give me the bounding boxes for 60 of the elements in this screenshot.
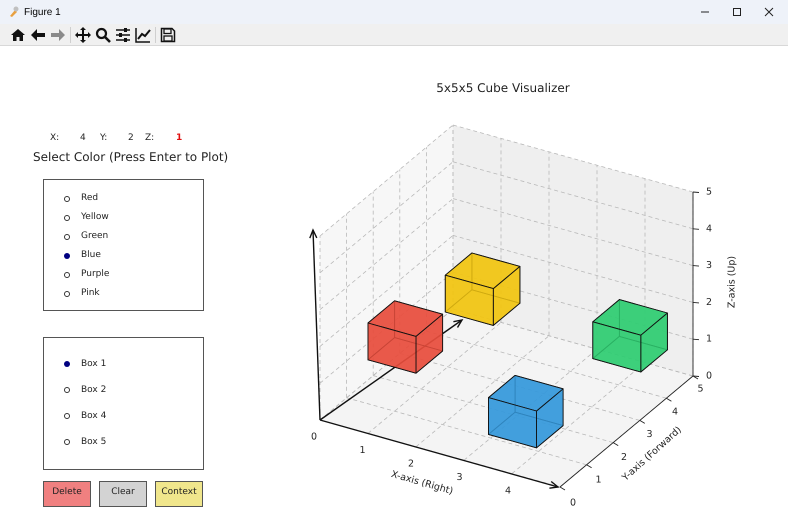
save-icon[interactable] <box>160 26 176 42</box>
option-label[interactable]: Blue <box>81 249 101 263</box>
coordinate-label: Z: <box>145 132 154 145</box>
y-tick-label: 4 <box>672 406 678 418</box>
sliders-icon[interactable] <box>115 26 131 42</box>
z-axis-label: Z-axis (Up) <box>726 256 738 308</box>
action-button[interactable]: Clear <box>99 481 147 507</box>
coordinate-value: 4 <box>80 132 86 145</box>
chart-title: 5x5x5 Cube Visualizer <box>436 81 570 95</box>
coordinate-label: Y: <box>100 132 108 145</box>
option-label[interactable]: Box 5 <box>81 436 106 450</box>
x-tick-label: 3 <box>456 472 463 483</box>
z-tick-label: 1 <box>706 334 712 345</box>
y-tick-label: 0 <box>570 498 576 507</box>
option-label[interactable]: Red <box>81 192 98 206</box>
action-button[interactable]: Context <box>155 481 203 507</box>
move-icon[interactable] <box>75 26 91 42</box>
window-title: Figure 1 <box>24 6 61 20</box>
search-icon[interactable] <box>95 26 111 42</box>
home-icon[interactable] <box>10 26 26 42</box>
radio-button[interactable] <box>64 413 70 420</box>
action-button[interactable]: Delete <box>43 481 91 507</box>
radio-button[interactable] <box>64 439 70 446</box>
coordinate-value: 1 <box>176 132 182 145</box>
x-tick-label: 0 <box>310 432 318 442</box>
radio-button[interactable] <box>64 234 70 240</box>
radio-button[interactable] <box>64 196 70 202</box>
back-arrow-icon[interactable] <box>30 26 46 42</box>
option-label[interactable]: Pink <box>81 287 100 301</box>
z-tick-label: 4 <box>706 223 712 234</box>
y-tick-label: 1 <box>595 474 602 486</box>
y-tick-label: 2 <box>620 452 628 463</box>
x-tick-label: 1 <box>359 445 366 456</box>
option-label[interactable]: Box 2 <box>81 384 106 398</box>
option-label[interactable]: Box 1 <box>81 358 106 372</box>
option-label[interactable]: Yellow <box>81 211 109 225</box>
color-selector-title: Select Color (Press Enter to Plot) <box>33 148 228 166</box>
x-tick-label: 2 <box>408 458 414 470</box>
radio-button[interactable] <box>64 214 70 221</box>
close-icon[interactable] <box>764 7 774 17</box>
x-tick-label: 4 <box>504 486 512 496</box>
radio-button[interactable] <box>64 252 70 259</box>
maximize-icon[interactable] <box>732 7 742 17</box>
y-tick-label: 5 <box>697 384 704 394</box>
z-tick-label: 3 <box>706 260 712 272</box>
z-tick-label: 5 <box>706 186 712 198</box>
z-tick-label: 2 <box>706 296 712 308</box>
radio-button[interactable] <box>64 272 70 278</box>
option-label[interactable]: Green <box>81 230 108 244</box>
option-label[interactable]: Purple <box>81 268 110 282</box>
radio-button[interactable] <box>64 387 70 394</box>
line-chart-icon[interactable] <box>135 26 151 42</box>
x-axis-label: X-axis (Right) <box>390 468 454 498</box>
coordinate-value: 2 <box>128 132 134 145</box>
radio-button[interactable] <box>64 290 70 297</box>
coordinate-label: X: <box>50 132 60 145</box>
app-icon <box>8 6 20 18</box>
option-label[interactable]: Box 4 <box>81 410 106 424</box>
radio-button[interactable] <box>64 361 70 368</box>
z-tick-label: 0 <box>706 370 712 382</box>
